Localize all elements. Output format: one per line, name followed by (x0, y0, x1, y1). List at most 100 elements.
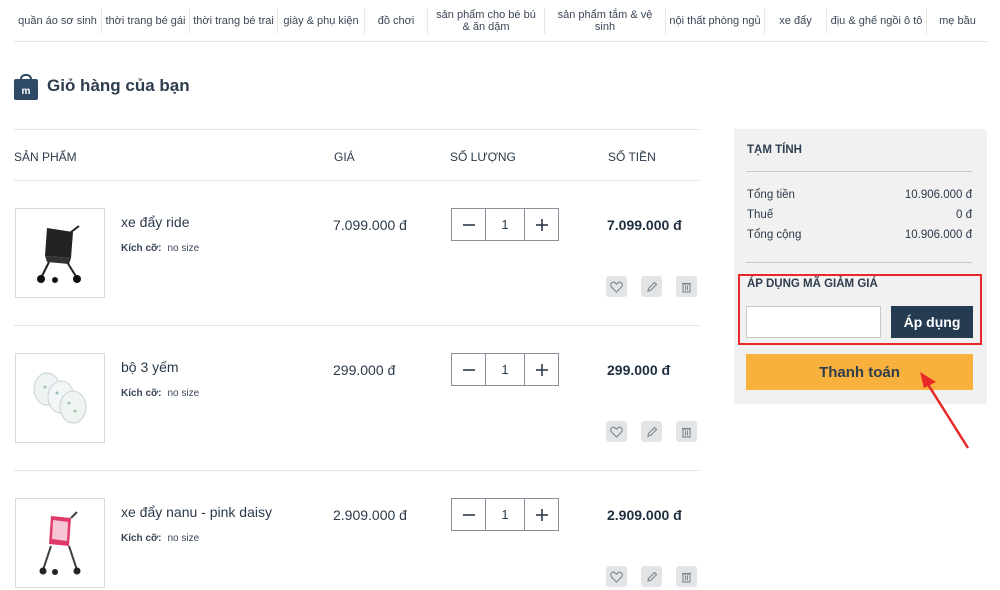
product-image-stroller-nanu[interactable] (15, 498, 105, 588)
column-product: SẢN PHẨM (14, 150, 77, 164)
cart-table: SẢN PHẨM GIÁ SỐ LƯỢNG SỐ TIỀN xe đẩy rid… (14, 129, 699, 590)
product-image-stroller-ride[interactable] (15, 208, 105, 298)
trash-icon (682, 572, 691, 583)
cart-header: SẢN PHẨM GIÁ SỐ LƯỢNG SỐ TIỀN (14, 129, 699, 181)
wishlist-button[interactable] (606, 421, 627, 442)
edit-button[interactable] (641, 276, 662, 297)
plus-icon (535, 363, 548, 376)
product-name[interactable]: xe đẩy nanu - pink daisy (121, 504, 272, 520)
nav-item-toys[interactable]: đồ chơi (365, 8, 428, 34)
subtotal-label: Tổng tiền (747, 189, 795, 201)
quantity-value[interactable]: 1 (485, 209, 525, 240)
size-label: Kích cỡ: (121, 243, 162, 254)
quantity-stepper: 1 (451, 498, 559, 531)
pencil-icon (646, 281, 657, 292)
nav-item-feeding[interactable]: sản phẩm cho bé bú & ăn dặm (428, 8, 545, 34)
increase-button[interactable] (525, 354, 558, 385)
column-price: GIÁ (334, 150, 355, 164)
trash-icon (682, 427, 691, 438)
increase-button[interactable] (525, 209, 558, 240)
total-row: Tổng cộng 10.906.000 đ (747, 229, 972, 241)
plus-icon (535, 218, 548, 231)
shopping-bag-icon: m (14, 73, 38, 100)
category-nav: quần áo sơ sinh thời trang bé gái thời t… (14, 8, 988, 42)
edit-button[interactable] (641, 566, 662, 587)
tax-label: Thuế (747, 209, 774, 221)
nav-item-shoes-accessories[interactable]: giày & phụ kiện (278, 8, 365, 34)
total-label: Tổng cộng (747, 229, 802, 241)
size-label: Kích cỡ: (121, 388, 162, 399)
decrease-button[interactable] (452, 209, 485, 240)
subtotal-row: Tổng tiền 10.906.000 đ (747, 189, 972, 201)
column-quantity: SỐ LƯỢNG (450, 150, 516, 164)
cart-row: xe đẩy nanu - pink daisy Kích cỡ: no size… (14, 471, 699, 590)
total-value: 10.906.000 đ (904, 229, 972, 241)
pencil-icon (646, 571, 657, 582)
minus-icon (462, 513, 475, 516)
decrease-button[interactable] (452, 354, 485, 385)
promo-code-input[interactable] (746, 306, 881, 338)
row-actions (606, 276, 697, 297)
row-actions (606, 566, 697, 587)
nav-item-boys-fashion[interactable]: thời trang bé trai (190, 8, 278, 34)
product-size: Kích cỡ: no size (121, 388, 199, 399)
nav-item-bedroom-furniture[interactable]: nội thất phòng ngủ (666, 8, 765, 34)
heart-icon (610, 281, 623, 293)
quantity-stepper: 1 (451, 353, 559, 386)
heart-icon (610, 571, 623, 583)
nav-item-girls-fashion[interactable]: thời trang bé gái (102, 8, 190, 34)
cart-row: bộ 3 yếm Kích cỡ: no size 299.000 đ 1 299… (14, 326, 699, 471)
product-price: 299.000 đ (333, 362, 396, 378)
size-value: no size (167, 388, 200, 399)
heart-icon (610, 426, 623, 438)
minus-icon (462, 368, 475, 371)
product-image-bibs[interactable] (15, 353, 105, 443)
nav-item-bath-hygiene[interactable]: sản phẩm tắm & vệ sinh (545, 8, 666, 34)
size-label: Kích cỡ: (121, 533, 162, 544)
page-title: Giỏ hàng của bạn (47, 76, 190, 95)
quantity-stepper: 1 (451, 208, 559, 241)
product-name[interactable]: bộ 3 yếm (121, 359, 179, 375)
plus-icon (535, 508, 548, 521)
nav-item-carriers-car-seats[interactable]: địu & ghế ngồi ô tô (827, 8, 927, 34)
size-value: no size (167, 243, 200, 254)
trash-icon (682, 282, 691, 293)
tax-row: Thuế 0 đ (747, 209, 972, 221)
stroller-image (37, 225, 81, 283)
wishlist-button[interactable] (606, 566, 627, 587)
delete-button[interactable] (676, 566, 697, 587)
column-amount: SỐ TIỀN (608, 150, 656, 164)
pencil-icon (646, 426, 657, 437)
summary-title: TẠM TÍNH (747, 144, 802, 156)
size-value: no size (167, 533, 200, 544)
subtotal-value: 10.906.000 đ (904, 189, 972, 201)
bibs-image (33, 372, 87, 424)
nav-item-strollers[interactable]: xe đẩy (765, 8, 827, 34)
nav-item-maternity[interactable]: mẹ bầu (927, 8, 988, 34)
quantity-value[interactable]: 1 (485, 499, 525, 530)
summary-divider (746, 262, 972, 263)
quantity-value[interactable]: 1 (485, 354, 525, 385)
minus-icon (462, 223, 475, 226)
product-size: Kích cỡ: no size (121, 533, 199, 544)
pink-stroller-image (39, 511, 81, 575)
edit-button[interactable] (641, 421, 662, 442)
line-amount: 2.909.000 đ (607, 507, 682, 523)
row-actions (606, 421, 697, 442)
delete-button[interactable] (676, 421, 697, 442)
svg-text:m: m (22, 86, 31, 97)
annotation-arrow-icon (920, 372, 970, 449)
decrease-button[interactable] (452, 499, 485, 530)
cart-row: xe đẩy ride Kích cỡ: no size 7.099.000 đ … (14, 181, 699, 326)
delete-button[interactable] (676, 276, 697, 297)
summary-divider (746, 171, 972, 172)
product-size: Kích cỡ: no size (121, 243, 199, 254)
product-price: 7.099.000 đ (333, 217, 407, 233)
promo-title: ÁP DỤNG MÃ GIẢM GIÁ (747, 278, 878, 290)
line-amount: 7.099.000 đ (607, 217, 682, 233)
product-name[interactable]: xe đẩy ride (121, 214, 189, 230)
nav-item-newborn-clothes[interactable]: quần áo sơ sinh (14, 8, 102, 34)
apply-promo-button[interactable]: Áp dụng (891, 306, 973, 338)
wishlist-button[interactable] (606, 276, 627, 297)
increase-button[interactable] (525, 499, 558, 530)
